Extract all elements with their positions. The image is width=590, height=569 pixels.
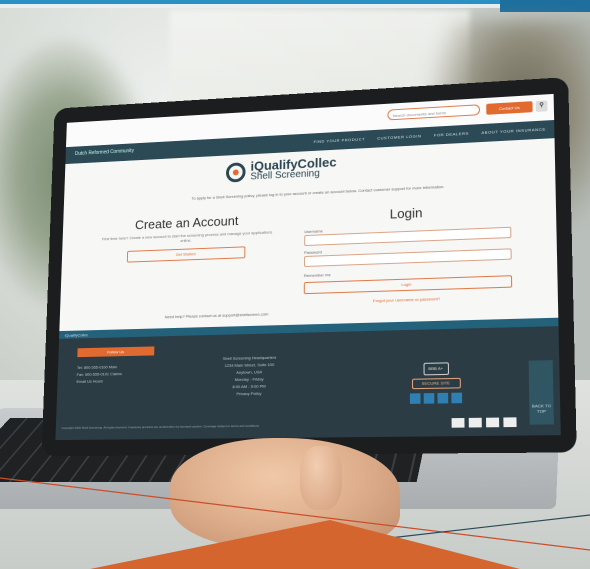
bbb-badge[interactable]: BBB A+ <box>422 362 449 376</box>
login-button[interactable]: Login <box>303 275 513 295</box>
create-account-panel: Create an Account First time here? Creat… <box>99 212 274 264</box>
partner-logo-icon <box>451 417 465 428</box>
site-footer: iQualifyCollec Follow Us Tel: 800-555-01… <box>55 317 561 441</box>
help-line: Need help? Please contact us at support@… <box>164 311 269 320</box>
decorative-lines <box>0 477 590 569</box>
intro-text: To apply for a Shell Screening policy, p… <box>191 183 445 201</box>
nav-item[interactable]: CUSTOMER LOGIN <box>377 133 421 140</box>
create-account-button[interactable]: Get Started <box>126 246 246 263</box>
brand-name[interactable]: Dutch Reformed Community <box>75 148 134 157</box>
partner-logos <box>451 417 517 428</box>
decorative-orange-triangle <box>90 520 520 569</box>
forgot-password-link[interactable]: Forgot your username or password? <box>304 294 513 305</box>
nav-item[interactable]: FIND YOUR PRODUCT <box>314 136 366 144</box>
footer-strip: iQualifyCollec <box>59 317 559 339</box>
footer-strip-text: iQualifyCollec <box>64 332 89 338</box>
linkedin-icon[interactable] <box>437 392 449 404</box>
footer-contact: Tel: 800-555-0100 Main Fax: 800-555-0101… <box>76 363 122 385</box>
laptop-screen: Search documents and forms Contact Us ⚲ … <box>55 93 561 441</box>
contact-button[interactable]: Contact Us <box>486 101 533 115</box>
follow-us-button[interactable]: Follow Us <box>77 346 155 358</box>
social-icons <box>409 392 463 404</box>
top-accent-bar <box>0 0 500 4</box>
logo-subtitle: Shell Screening <box>250 168 320 183</box>
privacy-link[interactable]: Privacy Policy <box>222 389 276 397</box>
nav-item[interactable]: ABOUT YOUR INSURANCE <box>481 127 546 136</box>
youtube-icon[interactable] <box>451 392 463 404</box>
footer-row: Email Us Hours <box>76 378 104 384</box>
nav-item[interactable]: FOR DEALERS <box>434 131 469 138</box>
back-to-top-button[interactable]: BACK TO TOP <box>528 360 554 425</box>
logo-mark-icon <box>225 161 246 183</box>
photo-scene: Search documents and forms Contact Us ⚲ … <box>0 0 590 569</box>
search-input[interactable]: Search documents and forms <box>387 104 481 121</box>
laptop-lid: Search documents and forms Contact Us ⚲ … <box>41 77 577 457</box>
secure-badge: SECURE SITE <box>411 377 461 390</box>
partner-logo-icon <box>468 417 482 428</box>
partner-logo-icon <box>503 417 517 428</box>
twitter-icon[interactable] <box>423 393 435 404</box>
footer-badges: BBB A+ SECURE SITE <box>409 362 463 404</box>
top-accent-bar-dark <box>500 0 590 12</box>
site-logo: iQualifyCollec Shell Screening <box>225 155 337 184</box>
magnifier-icon[interactable]: ⚲ <box>535 100 548 112</box>
footer-address: Shell Screening Headquarters 1234 Main S… <box>222 354 277 398</box>
login-panel: Login Username Password Remember me Logi… <box>303 201 513 305</box>
facebook-icon[interactable] <box>409 393 421 404</box>
legal-text: Copyright 2020 Shell Screening. All righ… <box>61 423 260 431</box>
partner-logo-icon <box>486 417 500 428</box>
